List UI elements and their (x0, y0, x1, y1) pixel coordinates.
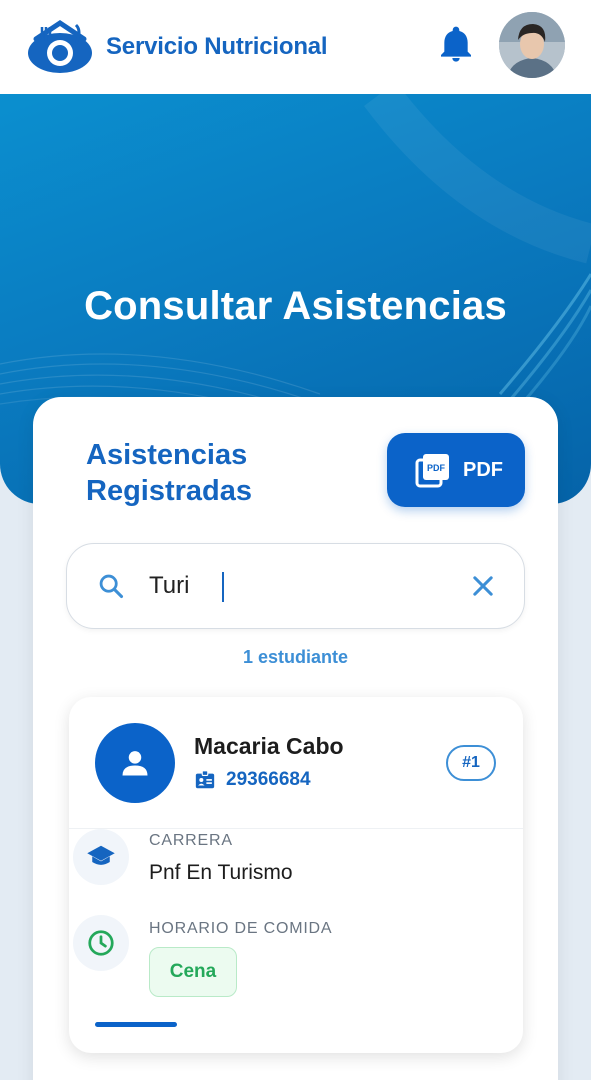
student-id: 29366684 (194, 769, 311, 791)
career-label: CARRERA (149, 832, 233, 849)
pdf-button-label: PDF (463, 458, 503, 481)
text-caret (222, 572, 224, 602)
search-icon (99, 574, 124, 599)
search-bar[interactable] (66, 543, 525, 629)
meal-icon-circle (73, 915, 129, 971)
career-value: Pnf En Turismo (149, 861, 293, 884)
career-icon-circle (73, 829, 129, 885)
top-bar: Servicio Nutricional (0, 0, 591, 94)
divider (69, 828, 523, 829)
clear-search-icon[interactable] (469, 572, 497, 600)
student-card[interactable]: Macaria Cabo 29366684 #1 CARRERA Pnf En … (69, 697, 523, 1053)
student-name: Macaria Cabo (194, 733, 344, 759)
graduation-cap-icon (87, 845, 115, 865)
search-input[interactable] (149, 566, 449, 606)
card-heading-line2: Registradas (86, 475, 253, 507)
clock-icon (88, 930, 114, 956)
student-avatar (95, 723, 175, 803)
user-avatar[interactable] (499, 12, 565, 78)
meal-label: HORARIO DE COMIDA (149, 920, 333, 937)
attendance-card: Asistencias Registradas PDF PDF 1 estudi… (33, 397, 558, 1080)
app-screen: Servicio Nutricional Consultar Asistenci… (0, 0, 591, 1080)
pdf-icon: PDF (415, 454, 449, 488)
bell-icon[interactable] (436, 24, 476, 66)
student-id-number: 29366684 (226, 769, 311, 790)
card-accent-bar (95, 1022, 177, 1027)
id-badge-icon (195, 770, 215, 789)
pdf-export-button[interactable]: PDF PDF (387, 433, 525, 507)
results-count: 1 estudiante (242, 647, 349, 667)
svg-text:PDF: PDF (427, 463, 446, 473)
restaurant-logo-icon[interactable] (26, 17, 94, 77)
rank-badge: #1 (446, 745, 496, 781)
card-heading-line1: Asistencias (86, 439, 248, 471)
card-heading: Asistencias Registradas (86, 437, 306, 509)
app-brand: Servicio Nutricional (106, 33, 328, 60)
person-icon (122, 751, 148, 776)
meal-badge: Cena (149, 947, 237, 997)
page-title: Consultar Asistencias (84, 284, 507, 328)
